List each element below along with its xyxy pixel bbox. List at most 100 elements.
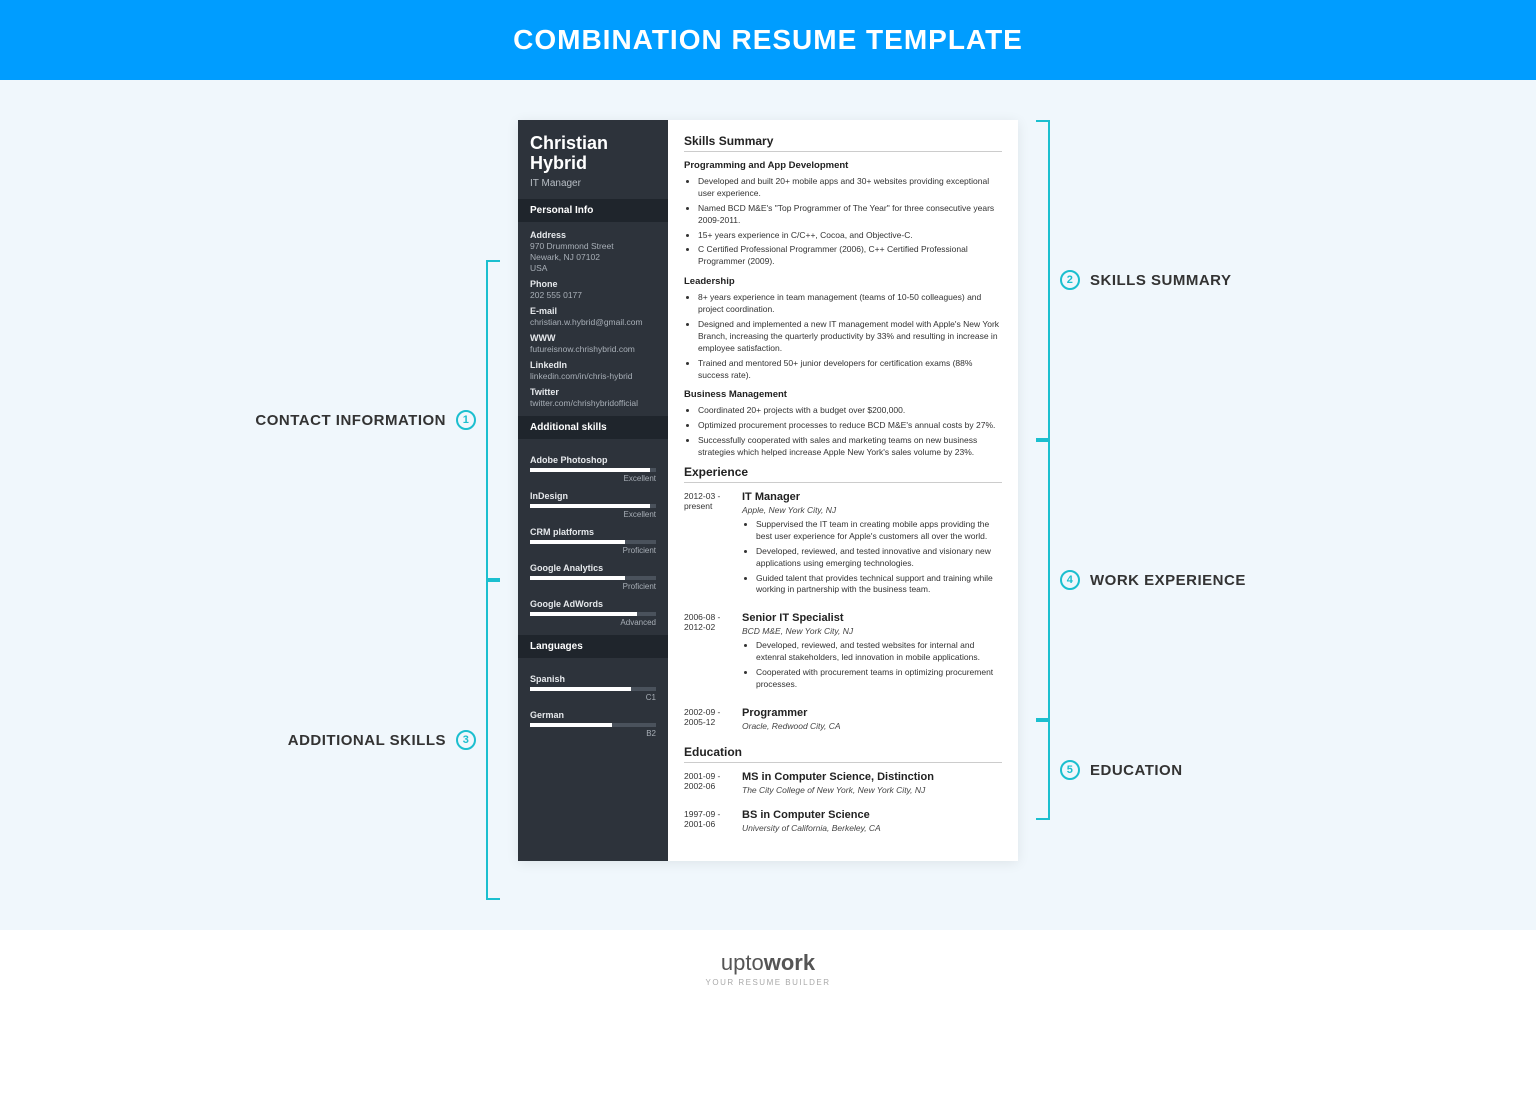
languages-block: Spanish C1 GermanB2: [518, 658, 668, 746]
bracket-icon: [486, 260, 500, 580]
summary-item: 15+ years experience in C/C++, Cocoa, an…: [698, 230, 1002, 242]
callout-label: 5EDUCATION: [1060, 760, 1183, 780]
education-header: Education: [684, 745, 1002, 763]
name-last: Hybrid: [530, 153, 587, 173]
education-row: 1997-09 - 2001-06BS in Computer ScienceU…: [684, 809, 1002, 837]
skill-level: Advanced: [530, 618, 656, 627]
skill-bar: [530, 576, 656, 580]
callout-number: 3: [456, 730, 476, 750]
experience-bullet: Developed, reviewed, and tested websites…: [756, 640, 1002, 664]
contact-label: E-mail: [530, 306, 656, 316]
education-org: The City College of New York, New York C…: [742, 785, 1002, 795]
contact-value: christian.w.hybrid@gmail.com: [530, 317, 656, 327]
skill-item: GermanB2: [530, 710, 656, 738]
summary-item: Developed and built 20+ mobile apps and …: [698, 176, 1002, 200]
skill-name: Google AdWords: [530, 599, 656, 609]
contact-value: USA: [530, 263, 656, 273]
footer-tagline: YOUR RESUME BUILDER: [0, 978, 1536, 987]
contact-label: WWW: [530, 333, 656, 343]
skill-item: Spanish C1: [530, 674, 656, 702]
callout-label: CONTACT INFORMATION1: [255, 410, 476, 430]
callout-right: 2SKILLS SUMMARY: [1036, 120, 1231, 440]
footer: uptowork YOUR RESUME BUILDER: [0, 930, 1536, 1017]
callout-text: CONTACT INFORMATION: [255, 412, 446, 429]
contact-label: Phone: [530, 279, 656, 289]
summary-item: Named BCD M&E's "Top Programmer of The Y…: [698, 203, 1002, 227]
skill-item: Google AdWords Advanced: [530, 599, 656, 627]
skill-level: Excellent: [530, 474, 656, 483]
skill-item: CRM platforms Proficient: [530, 527, 656, 555]
experience-org: Apple, New York City, NJ: [742, 505, 1002, 515]
callout-left: ADDITIONAL SKILLS 3: [288, 580, 500, 900]
experience-bullets: Suppervised the IT team in creating mobi…: [742, 519, 1002, 596]
experience-row: 2012-03 - presentIT ManagerApple, New Yo…: [684, 491, 1002, 602]
callout-number: 4: [1060, 570, 1080, 590]
skill-bar: [530, 540, 656, 544]
experience-title: Programmer: [742, 707, 1002, 719]
skill-name: InDesign: [530, 491, 656, 501]
resume-role: IT Manager: [518, 176, 668, 199]
experience-body: IT Manager Apple, New York City, NJ Supper…: [742, 491, 1002, 602]
experience-bullet: Guided talent that provides technical su…: [756, 573, 1002, 597]
skill-name: Google Analytics: [530, 563, 656, 573]
skill-bar-fill: [530, 540, 625, 544]
contact-block: Address970 Drummond StreetNewark, NJ 071…: [518, 222, 668, 416]
skill-name: Spanish: [530, 674, 656, 684]
callout-label: 2SKILLS SUMMARY: [1060, 270, 1231, 290]
experience-title: IT Manager: [742, 491, 1002, 503]
contact-label: LinkedIn: [530, 360, 656, 370]
bracket-icon: [1036, 440, 1050, 720]
name-first: Christian: [530, 133, 608, 153]
skill-bar-fill: [530, 468, 650, 472]
summary-list: Coordinated 20+ projects with a budget o…: [684, 405, 1002, 459]
education-dates: 2001-09 - 2002-06: [684, 771, 732, 799]
experience-title: Senior IT Specialist: [742, 612, 1002, 624]
bracket-icon: [486, 580, 500, 900]
callout-text: ADDITIONAL SKILLS: [288, 732, 446, 749]
experience-body: 2012-03 - presentIT ManagerApple, New Yo…: [684, 491, 1002, 735]
summary-item: C Certified Professional Programmer (200…: [698, 244, 1002, 268]
contact-value: linkedin.com/in/chris-hybrid: [530, 371, 656, 381]
skill-level: Proficient: [530, 546, 656, 555]
summary-subheading: Business Management: [684, 389, 1002, 400]
page-banner: COMBINATION RESUME TEMPLATE: [0, 0, 1536, 80]
experience-body: Senior IT Specialist BCD M&E, New York Ci…: [742, 612, 1002, 697]
skill-level: C1: [530, 693, 656, 702]
skill-level: Proficient: [530, 582, 656, 591]
contact-value: 970 Drummond Street: [530, 241, 656, 251]
education-row: 2001-09 - 2002-06 MS in Computer Science,…: [684, 771, 1002, 799]
skills-summary-body: Programming and App Development Developed…: [684, 160, 1002, 459]
resume-main: Skills Summary Programming and App Devel…: [668, 120, 1018, 861]
footer-logo: uptowork: [0, 950, 1536, 976]
education-org: University of California, Berkeley, CA: [742, 823, 1002, 833]
summary-item: 8+ years experience in team management (…: [698, 292, 1002, 316]
summary-list: 8+ years experience in team management (…: [684, 292, 1002, 381]
summary-item: Successfully cooperated with sales and m…: [698, 435, 1002, 459]
additional-skills-header: Additional skills: [518, 416, 668, 439]
skill-bar-fill: [530, 576, 625, 580]
languages-header: Languages: [518, 635, 668, 658]
experience-row: 2002-09 - 2005-12ProgrammerOracle, Redwo…: [684, 707, 1002, 735]
skill-name: CRM platforms: [530, 527, 656, 537]
bracket-icon: [1036, 120, 1050, 440]
logo-part-a: upto: [721, 950, 764, 975]
experience-bullets: Developed, reviewed, and tested websites…: [742, 640, 1002, 691]
callout-number: 2: [1060, 270, 1080, 290]
experience-org: BCD M&E, New York City, NJ: [742, 626, 1002, 636]
summary-subheading: Programming and App Development: [684, 160, 1002, 171]
skill-level: Excellent: [530, 510, 656, 519]
callout-text: WORK EXPERIENCE: [1090, 572, 1246, 589]
contact-label: Address: [530, 230, 656, 240]
contact-value: twitter.com/chrishybridofficial: [530, 398, 656, 408]
skills-block: Adobe PhotoshopExcellentInDesignExcellen…: [518, 439, 668, 635]
resume-document: Christian Hybrid IT Manager Personal Inf…: [518, 120, 1018, 861]
education-body: BS in Computer ScienceUniversity of Cali…: [742, 809, 1002, 837]
experience-bullet: Cooperated with procurement teams in opt…: [756, 667, 1002, 691]
education-body: MS in Computer Science, DistinctionThe C…: [742, 771, 1002, 799]
callout-left: CONTACT INFORMATION1: [255, 260, 500, 580]
stage: CONTACT INFORMATION1 ADDITIONAL SKILLS 3 C…: [0, 80, 1536, 930]
skill-bar: [530, 504, 656, 508]
experience-dates: 2006-08 - 2012-02: [684, 612, 732, 697]
callouts-right: 2SKILLS SUMMARY 4 WORK EXPERIENCE 5EDUCATIO…: [1036, 120, 1296, 820]
experience-row: 2006-08 - 2012-02 Senior IT Specialist BCD…: [684, 612, 1002, 697]
